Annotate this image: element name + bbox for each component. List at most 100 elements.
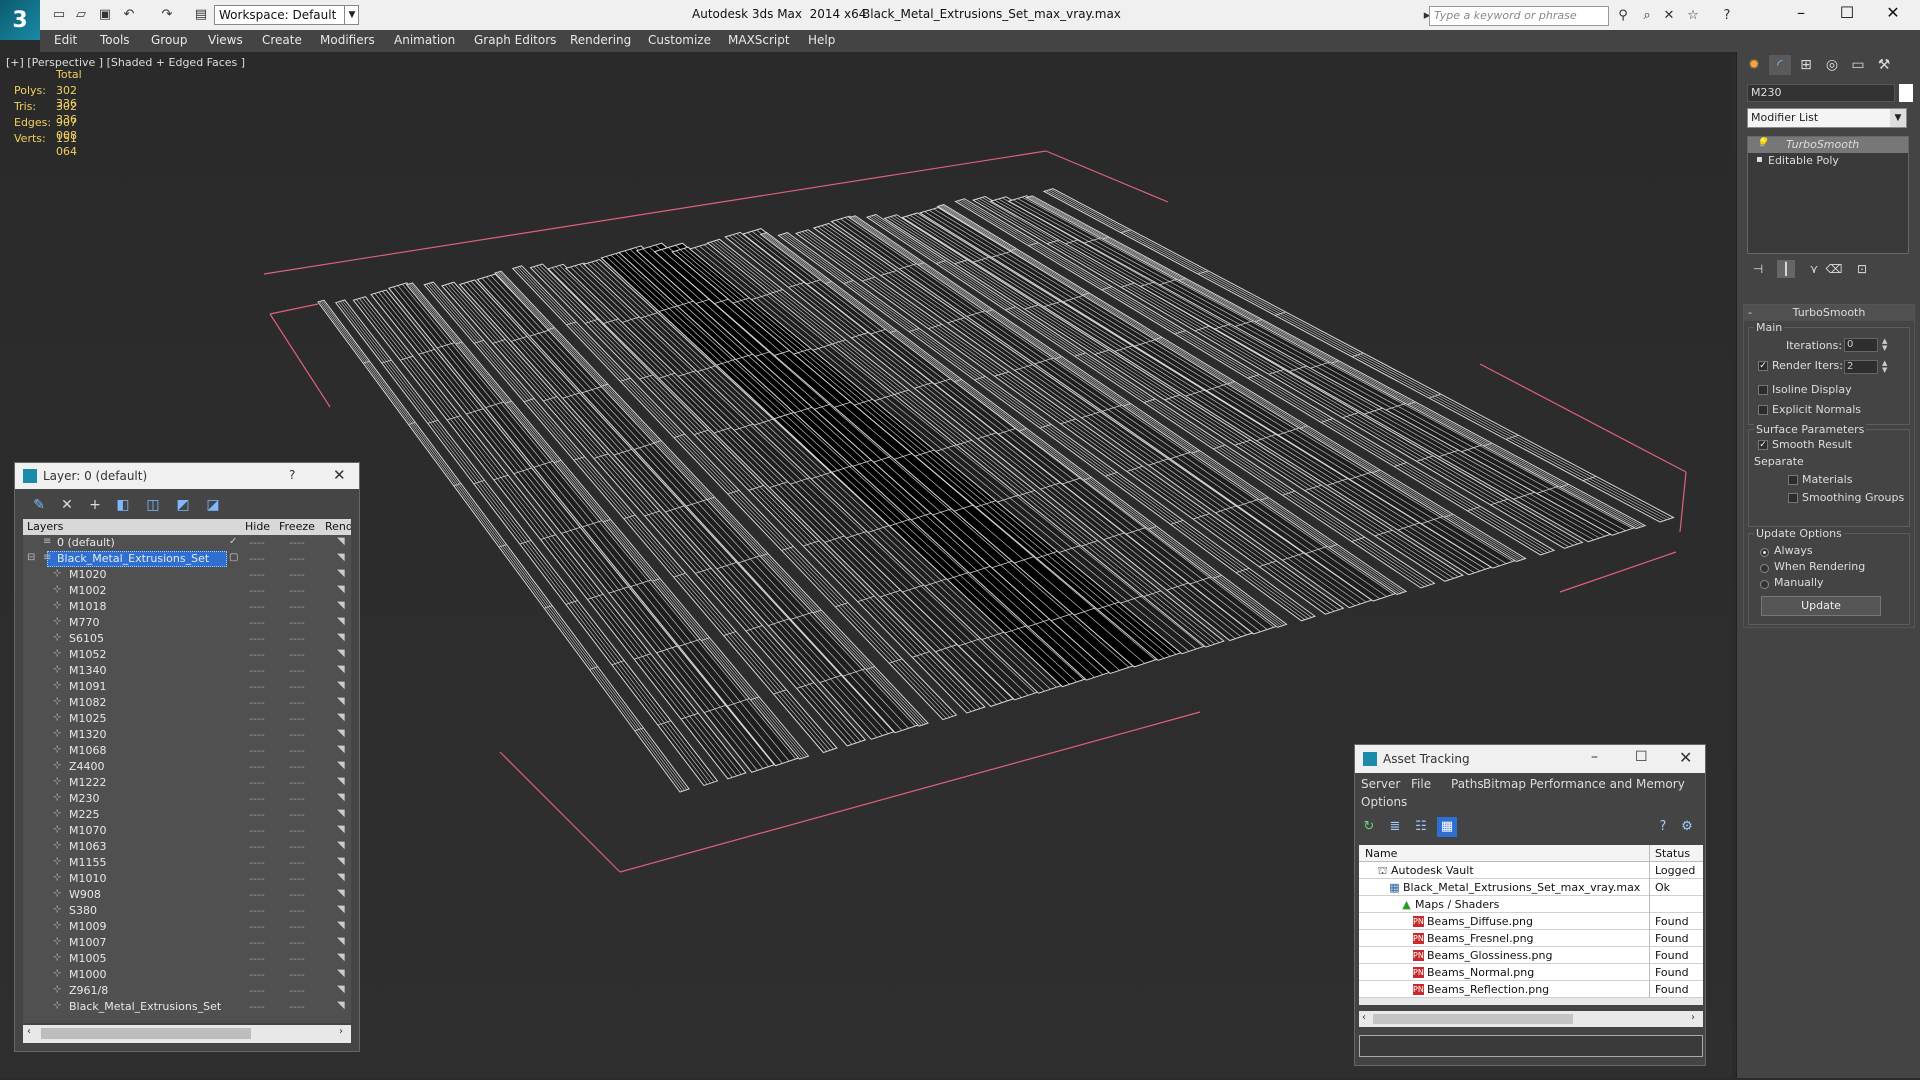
render-icon[interactable]: ◥ — [337, 1000, 345, 1011]
hide-toggle[interactable]: ---- — [249, 696, 265, 709]
close-icon[interactable]: ✕ — [1870, 0, 1916, 28]
layer-object-row[interactable]: ⊹ M1025 ---- ---- ◥ — [23, 711, 351, 727]
freeze-toggle[interactable]: ---- — [289, 680, 305, 693]
current-layer-box-icon[interactable]: ▢ — [229, 552, 238, 563]
freeze-toggle[interactable]: ---- — [289, 744, 305, 757]
render-icon[interactable]: ◥ — [337, 776, 345, 787]
save-icon[interactable]: ▣ — [96, 6, 114, 24]
layer-object-row[interactable]: ⊹ M1222 ---- ---- ◥ — [23, 775, 351, 791]
freeze-toggle[interactable]: ---- — [289, 616, 305, 629]
layer-object-row[interactable]: ⊹ M1070 ---- ---- ◥ — [23, 823, 351, 839]
new-file-icon[interactable]: ▭ — [50, 6, 68, 24]
freeze-toggle[interactable]: ---- — [289, 696, 305, 709]
freeze-toggle[interactable]: ---- — [289, 776, 305, 789]
communication-icon[interactable]: ✕ — [1660, 7, 1678, 25]
freeze-toggle[interactable]: ---- — [289, 872, 305, 885]
freeze-all-icon[interactable]: ◪ — [203, 495, 223, 515]
select-objects-icon[interactable]: ◧ — [113, 495, 133, 515]
horizontal-scrollbar[interactable]: ‹ › — [1359, 1011, 1703, 1027]
smoothing-groups-checkbox[interactable] — [1788, 493, 1798, 503]
viewport-label[interactable]: [+] [Perspective ] [Shaded + Edged Faces… — [6, 56, 245, 69]
hide-all-icon[interactable]: ◩ — [173, 495, 193, 515]
hide-toggle[interactable]: ---- — [249, 760, 265, 773]
layer-object-row[interactable]: ⊹ M1005 ---- ---- ◥ — [23, 951, 351, 967]
hide-toggle[interactable]: ---- — [249, 968, 265, 981]
menu-create[interactable]: Create — [262, 33, 302, 47]
menu-group[interactable]: Group — [151, 33, 188, 47]
search-input[interactable]: Type a keyword or phrase — [1429, 6, 1609, 26]
freeze-toggle[interactable]: ---- — [289, 632, 305, 645]
hide-toggle[interactable]: ---- — [249, 1000, 265, 1013]
layer-row-selected[interactable]: ⊟ ≡ Black_Metal_Extrusions_Set ▢ ---- --… — [23, 551, 351, 567]
scroll-right-icon[interactable]: › — [1691, 1012, 1695, 1023]
object-name-field[interactable]: M230 — [1747, 84, 1895, 102]
layer-object-row[interactable]: ⊹ S6105 ---- ---- ◥ — [23, 631, 351, 647]
project-folder-icon[interactable]: ▤ — [192, 6, 210, 24]
render-icon[interactable]: ◥ — [337, 920, 345, 931]
render-icon[interactable]: ◥ — [337, 616, 345, 627]
make-unique-icon[interactable]: ⋎ — [1805, 260, 1823, 278]
hide-toggle[interactable]: ---- — [249, 984, 265, 997]
render-icon[interactable]: ◥ — [337, 792, 345, 803]
layer-object-row[interactable]: ⊹ M1068 ---- ---- ◥ — [23, 743, 351, 759]
hierarchy-tab-icon[interactable]: ⊞ — [1795, 55, 1817, 75]
render-iters-spinner[interactable]: 2 — [1844, 360, 1878, 374]
freeze-toggle[interactable]: ---- — [289, 808, 305, 821]
create-tab-icon[interactable]: ✹ — [1743, 55, 1765, 75]
scroll-thumb[interactable] — [1373, 1014, 1573, 1024]
hide-toggle[interactable]: ---- — [249, 568, 265, 581]
freeze-toggle[interactable]: ---- — [289, 792, 305, 805]
settings-icon[interactable]: ⚙ — [1677, 817, 1697, 837]
layer-object-row[interactable]: ⊹ M1009 ---- ---- ◥ — [23, 919, 351, 935]
column-layers[interactable]: Layers — [27, 520, 63, 533]
collapse-icon[interactable]: ⊟ — [27, 553, 37, 563]
create-layer-icon[interactable]: ✎ — [29, 495, 49, 515]
render-icon[interactable]: ◥ — [337, 552, 345, 563]
open-file-icon[interactable]: ▱ — [72, 6, 90, 24]
hide-toggle[interactable]: ---- — [249, 632, 265, 645]
maximize-icon[interactable]: ☐ — [1635, 749, 1648, 765]
lightbulb-icon[interactable]: 💡 — [1756, 138, 1768, 149]
hide-toggle[interactable]: ---- — [249, 888, 265, 901]
menu-graph-editors[interactable]: Graph Editors — [474, 33, 556, 47]
scroll-left-icon[interactable]: ‹ — [27, 1026, 31, 1037]
layer-object-row[interactable]: ⊹ M1020 ---- ---- ◥ — [23, 567, 351, 583]
always-radio[interactable] — [1760, 548, 1769, 557]
render-icon[interactable]: ◥ — [337, 984, 345, 995]
active-layer-check-icon[interactable]: ✓ — [229, 536, 237, 547]
minimize-icon[interactable]: – — [1591, 749, 1598, 765]
layer-object-row[interactable]: ⊹ M230 ---- ---- ◥ — [23, 791, 351, 807]
freeze-toggle[interactable]: ---- — [289, 824, 305, 837]
freeze-toggle[interactable]: ---- — [289, 888, 305, 901]
menu-paths[interactable]: Paths — [1451, 777, 1484, 791]
freeze-toggle[interactable]: ---- — [289, 728, 305, 741]
render-icon[interactable]: ◥ — [337, 584, 345, 595]
workspace-dropdown[interactable]: Workspace: Default — [214, 5, 359, 25]
freeze-toggle[interactable]: ---- — [289, 760, 305, 773]
render-icon[interactable]: ◥ — [337, 904, 345, 915]
menu-tools[interactable]: Tools — [100, 33, 130, 47]
hide-toggle[interactable]: ---- — [249, 744, 265, 757]
menu-server[interactable]: Server — [1361, 777, 1400, 791]
render-icon[interactable]: ◥ — [337, 680, 345, 691]
binoculars-icon[interactable]: ⚲ — [1614, 7, 1632, 25]
layer-object-row[interactable]: ⊹ Black_Metal_Extrusions_Set ---- ---- ◥ — [23, 999, 351, 1015]
layer-object-row[interactable]: ⊹ M1000 ---- ---- ◥ — [23, 967, 351, 983]
redo-icon[interactable]: ↷ — [158, 6, 176, 24]
column-hide[interactable]: Hide — [245, 520, 270, 533]
remove-modifier-icon[interactable]: ⌫ — [1825, 260, 1843, 278]
display-tab-icon[interactable]: ▭ — [1847, 55, 1869, 75]
menu-help[interactable]: Help — [808, 33, 835, 47]
highlight-layer-icon[interactable]: ◫ — [143, 495, 163, 515]
freeze-toggle[interactable]: ---- — [289, 968, 305, 981]
column-status[interactable]: Status — [1655, 847, 1690, 860]
render-icon[interactable]: ◥ — [337, 536, 345, 547]
hide-toggle[interactable]: ---- — [249, 952, 265, 965]
collapse-icon[interactable]: - — [1748, 305, 1752, 321]
freeze-toggle[interactable]: ---- — [289, 600, 305, 613]
hide-toggle[interactable]: ---- — [249, 872, 265, 885]
spinner-arrows-icon[interactable]: ▲ ▼ — [1882, 338, 1890, 352]
hide-toggle[interactable]: ---- — [249, 664, 265, 677]
hide-toggle[interactable]: ---- — [249, 616, 265, 629]
render-icon[interactable]: ◥ — [337, 888, 345, 899]
